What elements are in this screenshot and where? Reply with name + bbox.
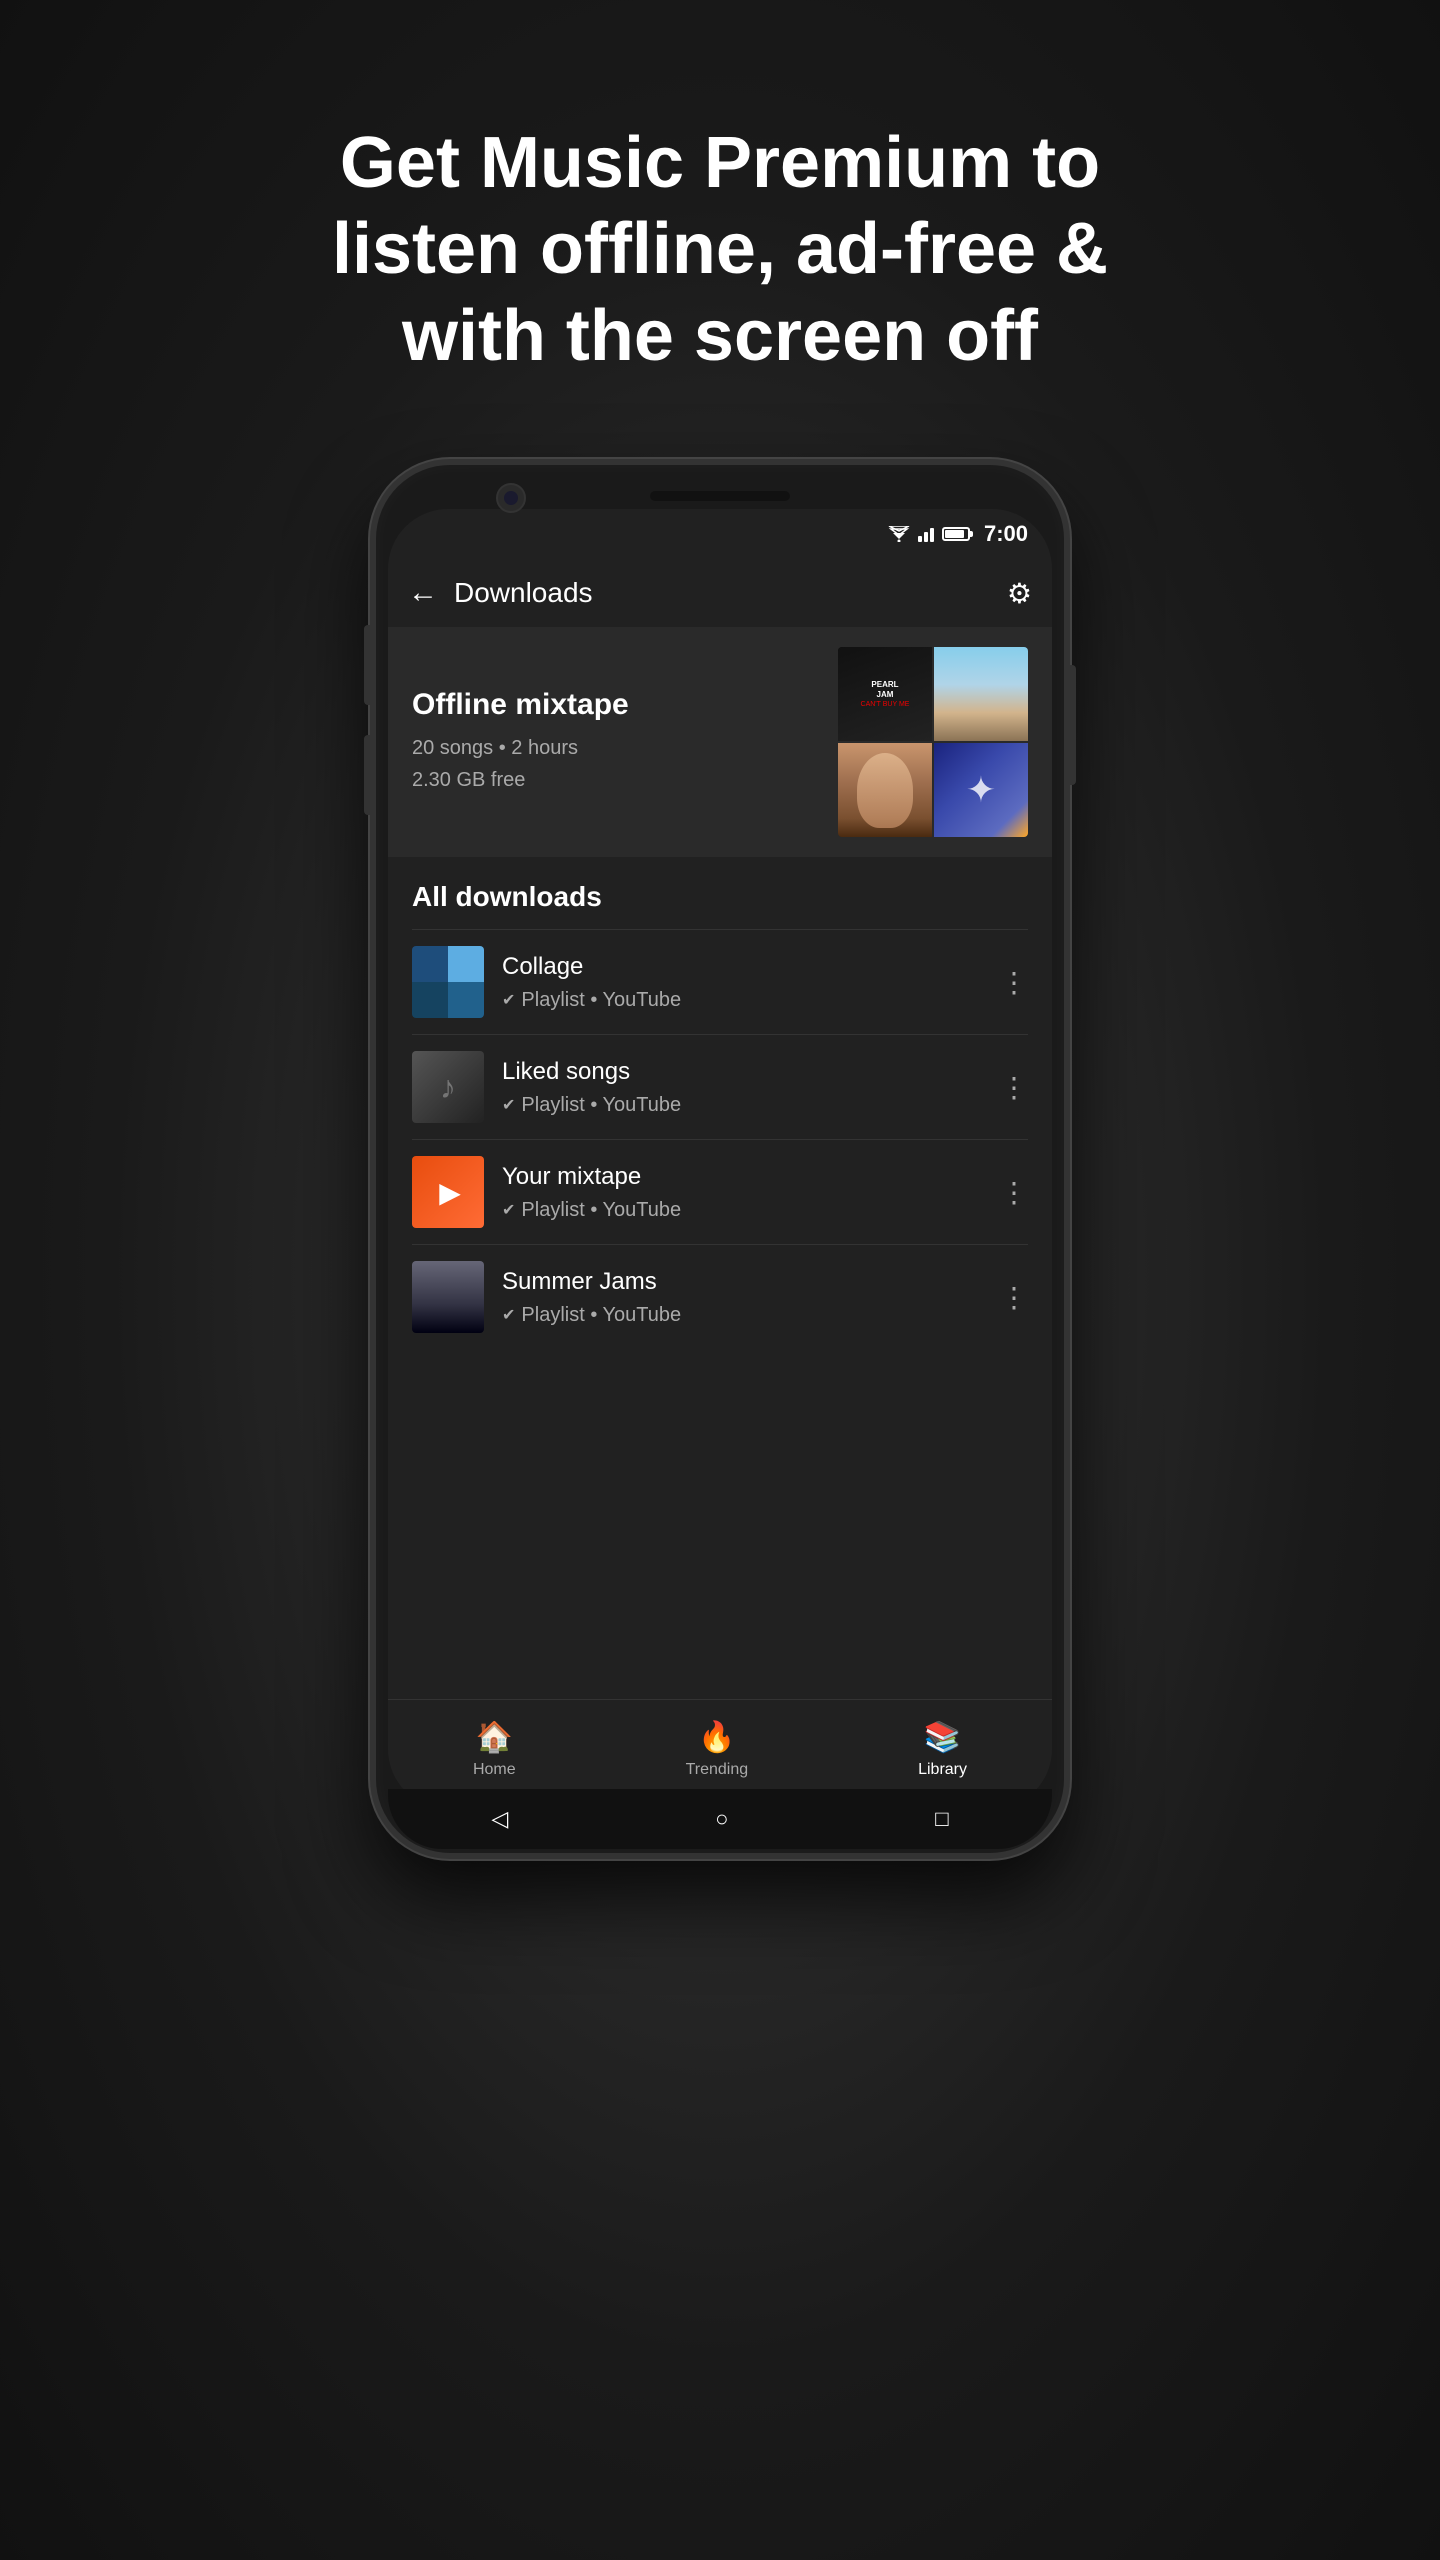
library-icon: 📚 — [924, 1720, 961, 1755]
nav-item-trending[interactable]: 🔥 Trending — [686, 1720, 749, 1779]
all-downloads-heading: All downloads — [388, 857, 1052, 929]
page-title: Downloads — [454, 577, 1007, 609]
phone-speaker — [650, 491, 790, 501]
your-mixtape-thumb — [412, 1156, 484, 1228]
back-button[interactable]: ← — [408, 576, 438, 610]
home-system-button[interactable]: ○ — [715, 1806, 728, 1832]
summer-jams-info: Summer Jams ✔ Playlist • YouTube — [502, 1268, 982, 1327]
trending-label: Trending — [686, 1761, 749, 1779]
liked-songs-verified-icon: ✔ — [502, 1095, 515, 1115]
page-headline: Get Music Premium to listen offline, ad-… — [270, 120, 1170, 379]
nav-item-home[interactable]: 🏠 Home — [473, 1720, 516, 1779]
collage-name: Collage — [502, 953, 982, 981]
collage-cell-2 — [448, 946, 484, 982]
album-thumb-2 — [934, 647, 1028, 741]
status-icons: 7:00 — [888, 521, 1028, 547]
status-bar: 7:00 — [388, 509, 1052, 559]
playlist-item-summer-jams[interactable]: Summer Jams ✔ Playlist • YouTube ⋮ — [388, 1245, 1052, 1349]
collage-meta: ✔ Playlist • YouTube — [502, 989, 982, 1012]
your-mixtape-verified-icon: ✔ — [502, 1200, 515, 1220]
mixtape-art-grid: PEARLJAM CAN'T BUY ME — [838, 647, 1028, 837]
app-header: ← Downloads ⚙ — [388, 559, 1052, 627]
phone-camera — [496, 483, 526, 513]
mixtape-title: Offline mixtape — [412, 688, 818, 722]
battery-icon — [942, 527, 970, 541]
settings-button[interactable]: ⚙ — [1007, 577, 1032, 610]
collage-verified-icon: ✔ — [502, 990, 515, 1010]
summer-jams-meta: ✔ Playlist • YouTube — [502, 1304, 982, 1327]
summer-jams-more-button[interactable]: ⋮ — [1000, 1281, 1028, 1314]
your-mixtape-more-button[interactable]: ⋮ — [1000, 1176, 1028, 1209]
playlist-item-your-mixtape[interactable]: Your mixtape ✔ Playlist • YouTube ⋮ — [388, 1140, 1052, 1244]
summer-jams-verified-icon: ✔ — [502, 1305, 515, 1325]
liked-songs-info: Liked songs ✔ Playlist • YouTube — [502, 1058, 982, 1117]
album-thumb-3 — [838, 743, 932, 837]
summer-jams-meta-text: Playlist • YouTube — [521, 1304, 681, 1327]
recents-system-button[interactable]: □ — [935, 1806, 948, 1832]
your-mixtape-meta-text: Playlist • YouTube — [521, 1199, 681, 1222]
trending-icon: 🔥 — [698, 1720, 735, 1755]
collage-cell-3 — [412, 982, 448, 1018]
your-mixtape-meta: ✔ Playlist • YouTube — [502, 1199, 982, 1222]
collage-thumb — [412, 946, 484, 1018]
collage-meta-text: Playlist • YouTube — [521, 989, 681, 1012]
collage-cell-1 — [412, 946, 448, 982]
your-mixtape-name: Your mixtape — [502, 1163, 982, 1191]
phone-mockup: 7:00 ← Downloads ⚙ Offline mixtape 20 so… — [370, 459, 1070, 1859]
mixtape-info: Offline mixtape 20 songs • 2 hours 2.30 … — [412, 688, 818, 796]
mixtape-song-count: 20 songs • 2 hours — [412, 732, 818, 764]
summer-jams-thumb — [412, 1261, 484, 1333]
liked-songs-name: Liked songs — [502, 1058, 982, 1086]
liked-songs-meta-text: Playlist • YouTube — [521, 1094, 681, 1117]
collage-info: Collage ✔ Playlist • YouTube — [502, 953, 982, 1012]
collage-more-button[interactable]: ⋮ — [1000, 966, 1028, 999]
nav-item-library[interactable]: 📚 Library — [918, 1720, 967, 1779]
all-downloads-section: All downloads Collage ✔ Playlist — [388, 857, 1052, 1699]
status-time: 7:00 — [984, 521, 1028, 547]
wifi-icon — [888, 526, 910, 542]
playlist-item-collage[interactable]: Collage ✔ Playlist • YouTube ⋮ — [388, 930, 1052, 1034]
offline-mixtape-section[interactable]: Offline mixtape 20 songs • 2 hours 2.30 … — [388, 627, 1052, 857]
back-system-button[interactable]: ◁ — [491, 1806, 508, 1832]
phone-screen: 7:00 ← Downloads ⚙ Offline mixtape 20 so… — [388, 509, 1052, 1809]
signal-icon — [918, 526, 934, 542]
home-icon: 🏠 — [476, 1720, 513, 1755]
collage-art — [412, 946, 484, 1018]
mixtape-storage: 2.30 GB free — [412, 764, 818, 796]
system-navigation: ◁ ○ □ — [388, 1789, 1052, 1849]
liked-songs-thumb — [412, 1051, 484, 1123]
album-thumb-1: PEARLJAM CAN'T BUY ME — [838, 647, 932, 741]
collage-cell-4 — [448, 982, 484, 1018]
home-label: Home — [473, 1761, 516, 1779]
summer-jams-art — [412, 1261, 484, 1333]
library-label: Library — [918, 1761, 967, 1779]
summer-jams-name: Summer Jams — [502, 1268, 982, 1296]
liked-songs-more-button[interactable]: ⋮ — [1000, 1071, 1028, 1104]
your-mixtape-info: Your mixtape ✔ Playlist • YouTube — [502, 1163, 982, 1222]
album-thumb-4 — [934, 743, 1028, 837]
playlist-item-liked-songs[interactable]: Liked songs ✔ Playlist • YouTube ⋮ — [388, 1035, 1052, 1139]
liked-songs-art — [412, 1051, 484, 1123]
liked-songs-meta: ✔ Playlist • YouTube — [502, 1094, 982, 1117]
